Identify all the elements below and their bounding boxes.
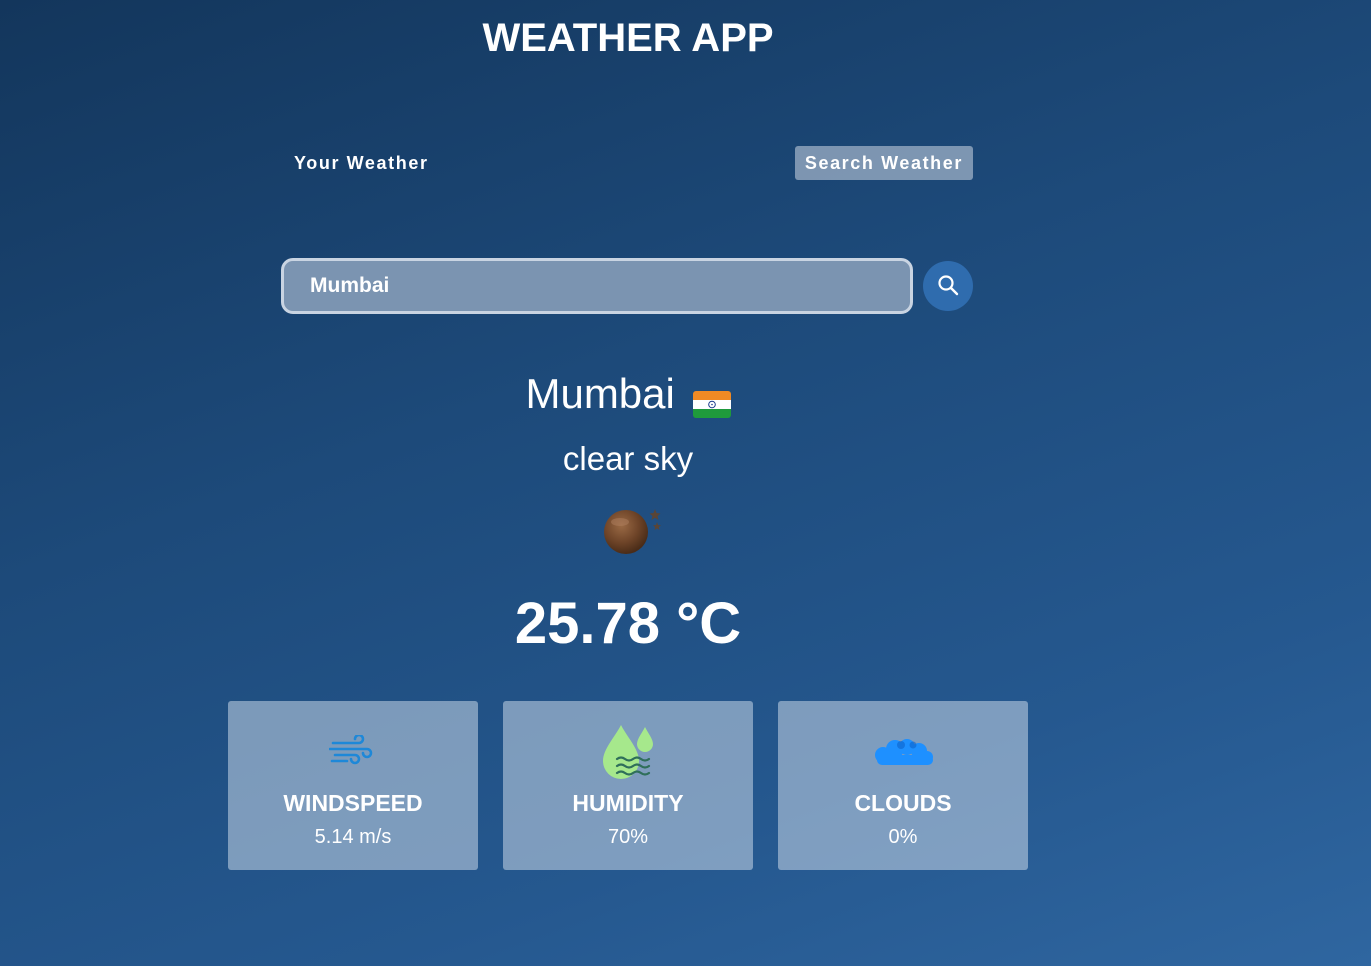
clouds-card: CLOUDS 0% <box>778 701 1028 870</box>
clouds-label: CLOUDS <box>854 790 952 816</box>
humidity-label: HUMIDITY <box>572 790 684 816</box>
search-form <box>281 258 973 314</box>
clouds-value: 0% <box>888 826 918 848</box>
clouds-icon <box>871 737 935 767</box>
humidity-card: HUMIDITY 70% <box>503 701 753 870</box>
tab-your-weather[interactable]: Your Weather <box>284 146 439 180</box>
windspeed-label: WINDSPEED <box>283 790 423 816</box>
windspeed-card: WINDSPEED 5.14 m/s <box>228 701 478 870</box>
wind-icon <box>328 733 377 765</box>
humidity-value: 70% <box>607 826 649 848</box>
temperature: 25.78 °C <box>514 591 742 656</box>
city-heading: Mumbai <box>0 370 1256 419</box>
india-flag-icon <box>692 380 731 419</box>
humidity-icon <box>599 723 657 781</box>
windspeed-value: 5.14 m/s <box>314 826 392 848</box>
tab-search-weather[interactable]: Search Weather <box>794 146 973 180</box>
weather-description: clear sky <box>562 440 694 477</box>
clear-night-moon-icon <box>600 506 664 556</box>
search-icon <box>937 274 959 299</box>
search-button[interactable] <box>923 261 973 311</box>
search-input[interactable] <box>281 258 913 314</box>
tab-bar: Your Weather Search Weather <box>283 146 973 182</box>
city-name: Mumbai <box>525 370 675 417</box>
app-title: WEATHER APP <box>482 16 774 60</box>
